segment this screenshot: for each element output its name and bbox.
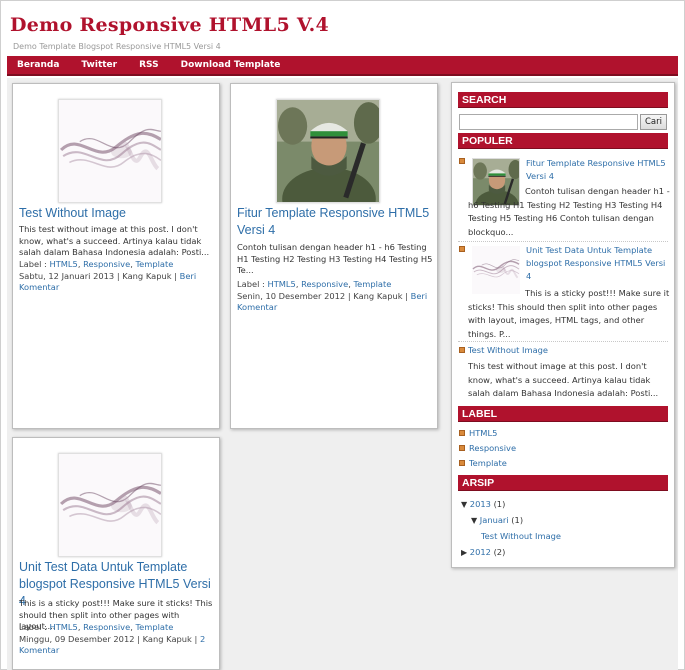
post-date: Sabtu, 12 Januari 2013 — [19, 270, 115, 281]
divider — [458, 241, 668, 242]
post-author: Kang Kapuk — [122, 270, 172, 281]
label-responsive[interactable]: Responsive — [469, 443, 516, 453]
sidebar: SEARCH Cari POPULER Fitur Template Respo… — [451, 82, 675, 568]
post-label-html5[interactable]: HTML5 — [49, 259, 77, 269]
label-prefix: Label : — [19, 259, 47, 269]
label-html5[interactable]: HTML5 — [469, 428, 497, 438]
post-label-template[interactable]: Template — [353, 279, 391, 289]
search-button[interactable]: Cari — [640, 114, 667, 130]
popular-post-title[interactable]: Fitur Template Responsive HTML5 Versi 4 — [526, 157, 666, 183]
label-template[interactable]: Template — [469, 458, 507, 468]
post-meta: Label : HTML5, Responsive, Template Sabt… — [19, 259, 197, 292]
archive-year-2012[interactable]: ▶ 2012 (2) — [461, 547, 505, 557]
archive-year-link[interactable]: 2012 — [470, 547, 491, 557]
post-label-html5[interactable]: HTML5 — [267, 279, 295, 289]
archive-heading: ARSIP — [458, 475, 668, 491]
caret-right-icon[interactable]: ▶ — [461, 548, 467, 557]
popular-post-snippet: Contoh tulisan dengan header h1 - h6 Tes… — [468, 186, 670, 237]
nav-rss[interactable]: RSS — [139, 56, 159, 74]
archive-month-januari[interactable]: ▼ Januari (1) — [471, 515, 523, 525]
archive-count: (2) — [493, 547, 506, 557]
caret-down-icon[interactable]: ▼ — [461, 500, 467, 509]
post-card: Test Without Image This test without ima… — [12, 83, 220, 429]
nav-beranda[interactable]: Beranda — [17, 56, 59, 74]
post-label-template[interactable]: Template — [135, 259, 173, 269]
post-title[interactable]: Fitur Template Responsive HTML5 Versi 4 — [237, 205, 433, 239]
post-meta: Label : HTML5, Responsive, Template Seni… — [237, 279, 428, 312]
popular-heading: POPULER — [458, 133, 668, 149]
bullet-icon — [459, 347, 465, 353]
post-date: Minggu, 09 Desember 2012 — [19, 633, 135, 644]
post-label-html5[interactable]: HTML5 — [49, 622, 77, 632]
bullet-icon — [459, 246, 465, 252]
post-title[interactable]: Test Without Image — [19, 205, 215, 222]
popular-post-title[interactable]: Test Without Image — [468, 344, 668, 357]
post-snippet: This test without image at this post. I … — [19, 224, 210, 257]
nav-twitter[interactable]: Twitter — [81, 56, 117, 74]
label-prefix: Label : — [237, 279, 265, 289]
popular-post-title[interactable]: Unit Test Data Untuk Template blogspot R… — [526, 244, 666, 283]
post-thumbnail[interactable] — [58, 99, 162, 203]
archive-post-link[interactable]: Test Without Image — [481, 531, 561, 541]
caret-down-icon[interactable]: ▼ — [471, 516, 477, 525]
label-heading: LABEL — [458, 406, 668, 422]
bullet-icon — [459, 460, 465, 466]
post-meta: Label : HTML5, Responsive, Template Ming… — [19, 622, 206, 655]
divider — [458, 341, 668, 342]
archive-year-2013[interactable]: ▼ 2013 (1) — [461, 499, 505, 509]
post-label-template[interactable]: Template — [135, 622, 173, 632]
post-label-responsive[interactable]: Responsive — [83, 622, 130, 632]
post-date: Senin, 10 Desember 2012 — [237, 290, 346, 301]
blog-description: Demo Template Blogspot Responsive HTML5 … — [13, 42, 221, 51]
post-card: Unit Test Data Untuk Template blogspot R… — [12, 437, 220, 670]
smoke-image — [59, 454, 162, 557]
bullet-icon — [459, 430, 465, 436]
post-card: Fitur Template Responsive HTML5 Versi 4 … — [230, 83, 438, 429]
archive-month-link[interactable]: Januari — [480, 515, 509, 525]
popular-post-snippet: This is a sticky post!!! Make sure it st… — [468, 288, 670, 339]
blog-title[interactable]: Demo Responsive HTML5 V.4 — [10, 14, 329, 36]
post-author: Kang Kapuk — [353, 290, 403, 301]
bullet-icon — [459, 445, 465, 451]
post-author: Kang Kapuk — [142, 633, 192, 644]
archive-count: (1) — [493, 499, 506, 509]
smoke-image — [59, 100, 162, 203]
nav-download-template[interactable]: Download Template — [181, 56, 281, 74]
main-navigation: Beranda Twitter RSS Download Template — [7, 56, 678, 76]
label-prefix: Label : — [19, 622, 47, 632]
popular-post-snippet: This test without image at this post. I … — [468, 361, 659, 399]
post-label-responsive[interactable]: Responsive — [83, 259, 130, 269]
soldier-photo — [277, 100, 380, 203]
search-input[interactable] — [459, 114, 638, 130]
search-heading: SEARCH — [458, 92, 668, 108]
archive-year-link[interactable]: 2013 — [470, 499, 491, 509]
post-label-responsive[interactable]: Responsive — [301, 279, 348, 289]
post-thumbnail[interactable] — [276, 99, 380, 203]
archive-count: (1) — [511, 515, 524, 525]
bullet-icon — [459, 158, 465, 164]
post-thumbnail[interactable] — [58, 453, 162, 557]
post-snippet: Contoh tulisan dengan header h1 - h6 Tes… — [237, 242, 433, 275]
